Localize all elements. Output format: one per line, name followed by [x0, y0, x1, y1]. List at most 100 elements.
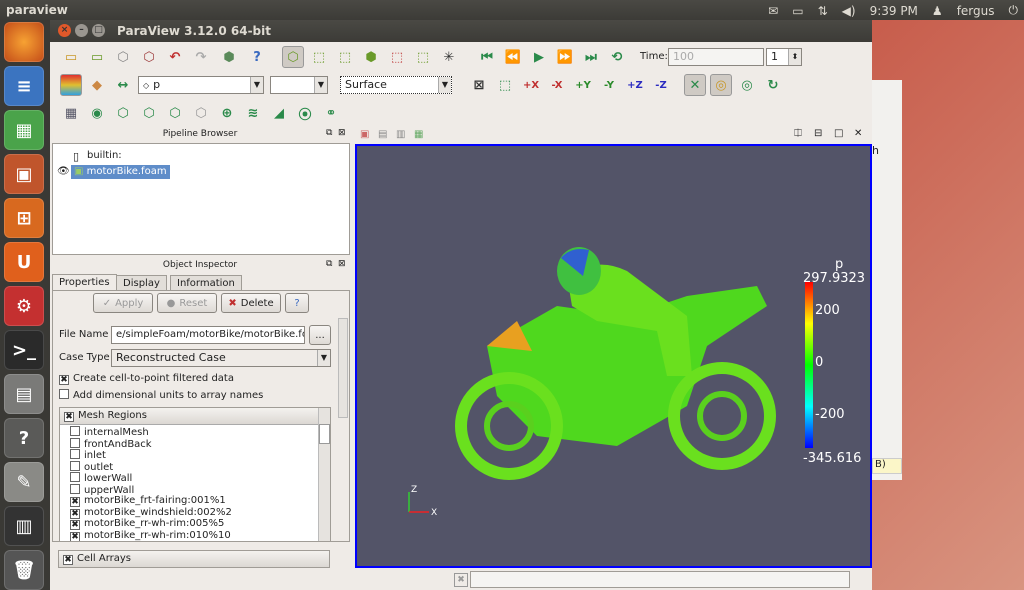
play-icon[interactable]: ▶ — [528, 46, 550, 68]
text-editor-icon[interactable]: ✎ — [4, 462, 44, 502]
eye-icon[interactable]: 👁 — [57, 166, 70, 177]
contour-icon[interactable]: ◉ — [86, 102, 108, 124]
dim-units-checkbox[interactable]: Add dimensional units to array names — [59, 389, 263, 401]
center-axes-icon[interactable]: ✕ — [684, 74, 706, 96]
view-plus-y-icon[interactable]: +Y — [572, 74, 594, 96]
list-scrollbar[interactable] — [318, 408, 330, 541]
spinner-arrows-icon[interactable]: ⬍ — [788, 49, 801, 65]
view-lookmark-icon[interactable]: ▦ — [414, 129, 423, 140]
open-icon[interactable]: ▭ — [60, 46, 82, 68]
case-type-select[interactable]: Reconstructed Case ▼ — [111, 349, 331, 367]
loop-icon[interactable]: ⟲ — [606, 46, 628, 68]
view-plus-x-icon[interactable]: +X — [520, 74, 542, 96]
trash-icon[interactable]: 🗑 — [4, 550, 44, 590]
view-capture-icon[interactable]: ▥ — [396, 129, 405, 140]
maximize-view-icon[interactable]: □ — [834, 128, 843, 139]
ubuntu-one-icon[interactable]: U — [4, 242, 44, 282]
select-points-icon[interactable]: ⬚ — [334, 46, 356, 68]
time-value-field[interactable]: 100 — [668, 48, 764, 66]
first-frame-icon[interactable]: ⏮ — [476, 46, 498, 68]
load-state-icon[interactable]: ⬡ — [112, 46, 134, 68]
rescale-custom-icon[interactable]: ↔ — [112, 74, 134, 96]
cell-to-point-checkbox[interactable]: ✖ Create cell-to-point filtered data — [59, 373, 234, 385]
help-icon[interactable]: ? — [246, 46, 268, 68]
help-button[interactable]: ? — [285, 293, 309, 313]
select-block-icon[interactable]: ⬚ — [386, 46, 408, 68]
volume-icon[interactable]: ◀) — [842, 4, 856, 18]
calc-icon[interactable]: ▦ — [4, 110, 44, 150]
mesh-region-item[interactable]: internalMesh — [70, 426, 149, 438]
status-close-icon[interactable]: ✖ — [454, 573, 468, 587]
help-icon[interactable]: ? — [4, 418, 44, 458]
time-step-spinner[interactable]: 1 ⬍ — [766, 48, 802, 66]
mesh-region-item[interactable]: upperWall — [70, 483, 134, 496]
pick-icon[interactable]: ✳ — [438, 46, 460, 68]
zoom-box-icon[interactable]: ⬚ — [494, 74, 516, 96]
redo-icon[interactable]: ↷ — [190, 46, 212, 68]
view-settings-icon[interactable]: ▤ — [378, 129, 387, 140]
mesh-region-item[interactable]: lowerWall — [70, 472, 132, 484]
undo-icon[interactable]: ↶ — [164, 46, 186, 68]
save-state-icon[interactable]: ⬡ — [138, 46, 160, 68]
writer-icon[interactable]: ≡ — [4, 66, 44, 106]
mesh-region-item[interactable]: outlet — [70, 460, 113, 473]
view-minus-z-icon[interactable]: -Z — [650, 74, 672, 96]
show-center-icon[interactable]: ◎ — [710, 74, 732, 96]
stream-tracer-icon[interactable]: ≋ — [242, 102, 264, 124]
panel-scrollbar[interactable] — [338, 318, 348, 418]
delete-button[interactable]: ✖ Delete — [221, 293, 281, 313]
workspace-icon[interactable]: ▥ — [4, 506, 44, 546]
color-map-editor-icon[interactable] — [60, 74, 82, 96]
threshold-icon[interactable]: ⬡ — [164, 102, 186, 124]
mesh-region-item[interactable]: frontAndBack — [70, 437, 152, 450]
file-name-input[interactable]: e/simpleFoam/motorBike/motorBike.foam — [111, 326, 305, 344]
view-plus-z-icon[interactable]: +Z — [624, 74, 646, 96]
user-icon[interactable]: ♟ — [932, 4, 943, 18]
power-icon[interactable]: ⏻ — [1009, 3, 1019, 18]
component-select[interactable]: ▼ — [270, 76, 328, 94]
tab-display[interactable]: Display — [116, 275, 167, 291]
select-cells-icon[interactable]: ⬚ — [308, 46, 330, 68]
clock[interactable]: 9:39 PM — [870, 4, 918, 18]
firefox-icon[interactable] — [4, 22, 44, 62]
mesh-region-item[interactable]: ✖ motorBike_windshield:002%2 — [70, 507, 232, 519]
apply-button[interactable]: ✓ Apply — [93, 293, 153, 313]
select-frustum-icon[interactable]: ⬢ — [360, 46, 382, 68]
maximize-icon[interactable]: □ — [92, 24, 105, 37]
pipeline-root[interactable]: builtin: — [87, 150, 122, 161]
network-icon[interactable]: ⇅ — [818, 4, 828, 18]
glyph-icon[interactable]: ⊕ — [216, 102, 238, 124]
close-icon[interactable]: × — [58, 24, 71, 37]
mesh-regions-header[interactable]: ✖ Mesh Regions — [60, 408, 330, 425]
mail-icon[interactable]: ✉ — [768, 4, 778, 18]
mesh-region-item[interactable]: ✖motorBike_fr-wh-rim:011%11 — [70, 541, 230, 542]
split-horizontal-icon[interactable]: ⎅ — [794, 128, 802, 139]
scanner-icon[interactable]: ▤ — [4, 374, 44, 414]
group-icon[interactable]: ⦿ — [294, 102, 316, 124]
calculator-icon[interactable]: ▦ — [60, 102, 82, 124]
impress-icon[interactable]: ▣ — [4, 154, 44, 194]
warp-icon[interactable]: ◢ — [268, 102, 290, 124]
view-minus-x-icon[interactable]: -X — [546, 74, 568, 96]
close-view-icon[interactable]: ✕ — [854, 128, 862, 139]
next-frame-icon[interactable]: ⏩ — [554, 46, 576, 68]
last-frame-icon[interactable]: ⏭ — [580, 46, 602, 68]
browse-button[interactable]: ... — [309, 325, 331, 345]
interact-icon[interactable]: ⬡ — [282, 46, 304, 68]
close-panel-icon[interactable]: ⊠ — [338, 128, 346, 138]
scrollbar-thumb[interactable] — [319, 424, 330, 444]
pick-center-icon[interactable]: ↻ — [762, 74, 784, 96]
user-name[interactable]: fergus — [957, 4, 995, 18]
rescale-icon[interactable]: ◆ — [86, 74, 108, 96]
terminal-icon[interactable]: >_ — [4, 330, 44, 370]
previous-frame-icon[interactable]: ⏪ — [502, 46, 524, 68]
settings-icon[interactable]: ⚙ — [4, 286, 44, 326]
reset-camera-icon[interactable]: ⊠ — [468, 74, 490, 96]
view-camera-icon[interactable]: ▣ — [360, 129, 369, 140]
pipeline-item-motorbike[interactable]: ▣ motorBike.foam — [71, 165, 170, 179]
color-array-select[interactable]: ◇ p ▼ — [138, 76, 264, 94]
render-view[interactable]: Z X p 297.9323 200 0 -200 -345.616 — [355, 144, 872, 568]
clip-icon[interactable]: ⬡ — [112, 102, 134, 124]
extract-subset-icon[interactable]: ⬡ — [190, 102, 212, 124]
close-panel-icon[interactable]: ⊠ — [338, 259, 346, 269]
